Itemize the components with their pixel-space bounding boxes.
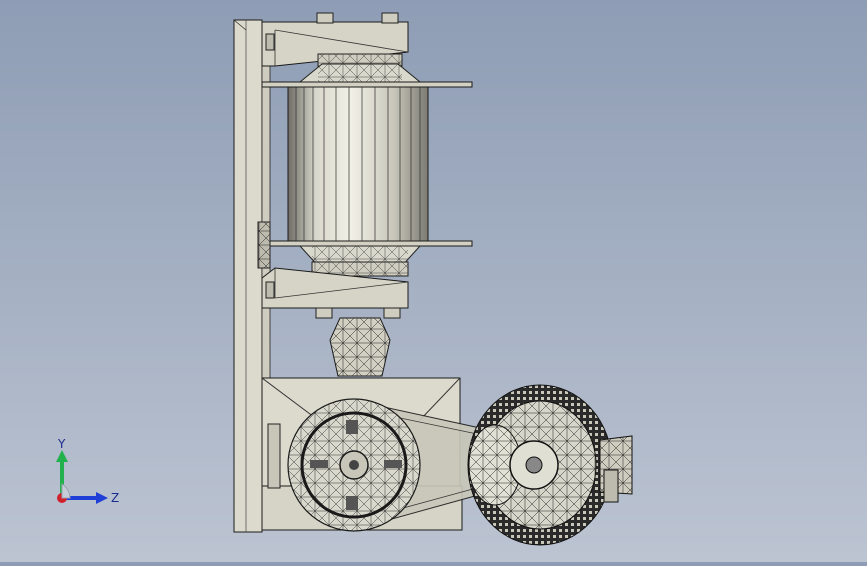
lower-drum-hub — [298, 245, 422, 277]
axis-triad: Y Z — [40, 437, 130, 518]
y-axis-head — [56, 450, 68, 462]
drum-lower-flange — [261, 240, 473, 247]
cad-viewport[interactable] — [0, 0, 867, 562]
side-brake-disc — [257, 221, 271, 269]
upper-drum-hub — [298, 53, 422, 83]
large-pulley — [287, 398, 421, 532]
y-axis-label: Y — [57, 438, 66, 451]
shaft-coupling — [329, 317, 391, 377]
drive-motor — [467, 384, 633, 546]
triad-arc — [61, 483, 71, 499]
z-axis-label: Z — [111, 491, 119, 505]
assembly-model[interactable] — [0, 0, 867, 562]
z-axis-head — [96, 492, 108, 504]
drum-upper-flange — [261, 81, 473, 88]
winding-drum — [287, 86, 429, 242]
